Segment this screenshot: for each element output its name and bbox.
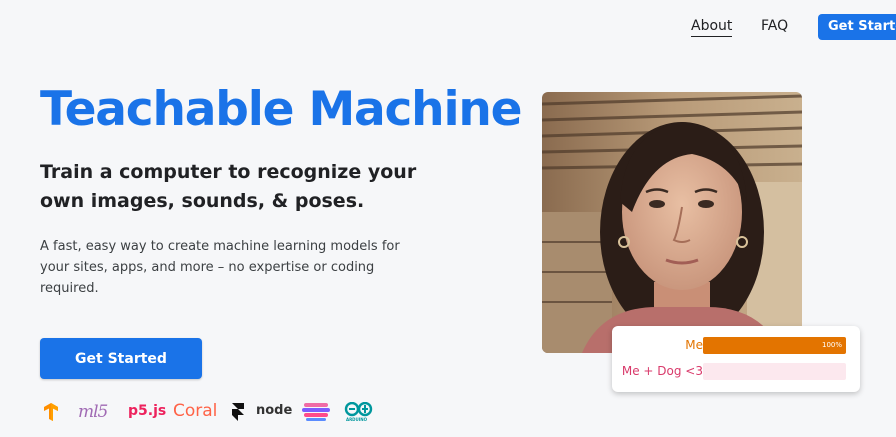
prediction-label: Me: [685, 338, 703, 352]
arduino-logo-icon[interactable]: ARDUINO: [344, 402, 374, 424]
p5js-logo[interactable]: p5.js: [128, 403, 166, 419]
coral-logo[interactable]: Coral: [173, 401, 217, 421]
prediction-label: Me + Dog <3: [621, 364, 703, 378]
arduino-wordmark: ARDUINO: [346, 417, 367, 422]
node-logo[interactable]: node: [256, 403, 292, 418]
ml5-logo[interactable]: ml5: [78, 402, 108, 422]
page-title: Teachable Machine: [40, 82, 522, 137]
nav-get-started-button[interactable]: Get Started: [818, 14, 896, 40]
prediction-bar-track: 100%: [703, 337, 846, 354]
prediction-card: Me 100% Me + Dog <3: [612, 326, 860, 392]
hero-description: A fast, easy way to create machine learn…: [40, 239, 400, 296]
webcam-preview-image: [542, 92, 802, 353]
hero-subtitle: Train a computer to recognize your own i…: [40, 161, 417, 212]
prediction-bar-track: [703, 363, 846, 380]
tensorflow-logo-icon[interactable]: [44, 403, 58, 425]
nav-link-faq[interactable]: FAQ: [761, 18, 788, 34]
glitch-logo-icon[interactable]: [302, 402, 330, 426]
get-started-button[interactable]: Get Started: [40, 338, 202, 379]
nav-link-about[interactable]: About: [691, 18, 733, 37]
prediction-percent: 100%: [821, 341, 842, 349]
prediction-row-me: Me 100%: [612, 337, 860, 354]
prediction-row-me-dog: Me + Dog <3: [612, 363, 860, 380]
framer-logo-icon[interactable]: [232, 403, 244, 425]
